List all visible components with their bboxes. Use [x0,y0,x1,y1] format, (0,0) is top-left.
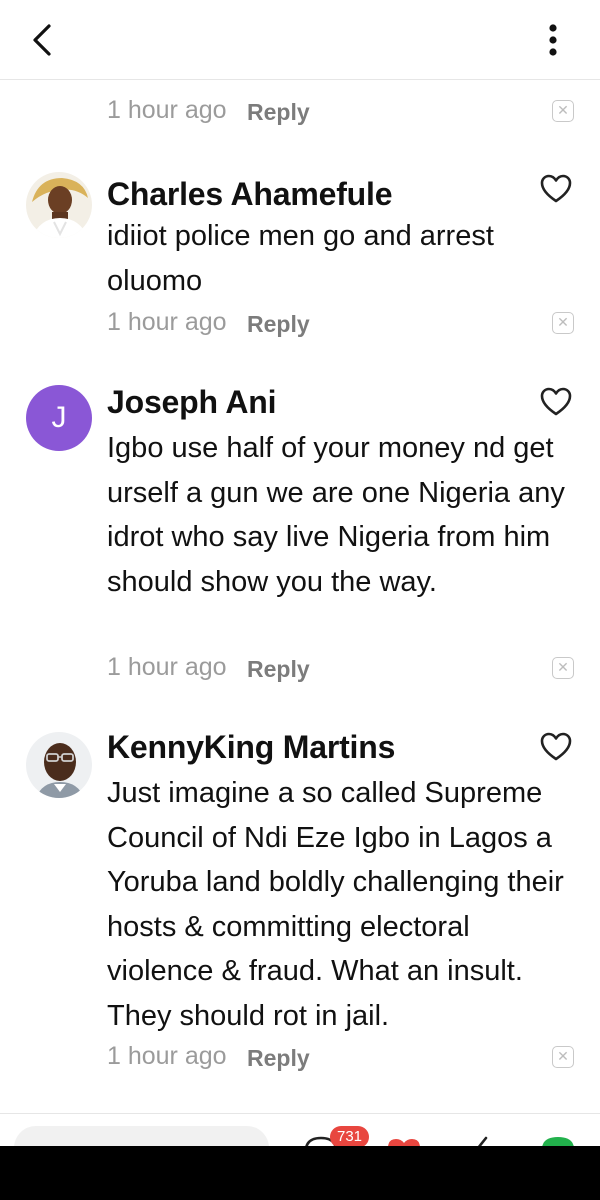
heart-icon [540,174,572,203]
report-icon[interactable]: ✕ [552,312,574,334]
user-photo-avatar [26,732,92,798]
like-button[interactable] [540,174,572,204]
comment-author[interactable]: KennyKing Martins [107,729,395,766]
divider [0,1113,600,1114]
comment-meta: 1 hour ago Reply ✕ [107,1042,577,1078]
chevron-left-icon [33,24,51,56]
comment-text: idiiot police men go and arrest oluomo [107,220,494,297]
avatar[interactable] [26,732,92,798]
avatar-letter: J [51,401,67,434]
reply-button[interactable]: Reply [247,1042,310,1074]
system-navigation-bar [0,1146,600,1200]
more-options-button[interactable] [536,18,570,62]
report-icon[interactable]: ✕ [552,657,574,679]
comment-time: 1 hour ago [107,308,227,336]
comment-author[interactable]: Joseph Ani [107,384,276,421]
heart-icon [540,387,572,416]
comment-time: 1 hour ago [107,653,227,681]
previous-comment-meta: 1 hour ago Reply ✕ [107,96,577,132]
reply-button[interactable]: Reply [247,96,310,128]
report-icon[interactable]: ✕ [552,1046,574,1068]
more-vertical-icon [549,24,557,56]
back-button[interactable] [22,20,62,60]
comment-author[interactable]: Charles Ahamefule [107,176,392,213]
avatar[interactable]: J [26,385,92,451]
comment-count-badge: 731 [330,1126,370,1148]
reply-button[interactable]: Reply [247,653,310,685]
comment-meta: 1 hour ago Reply ✕ [107,308,577,344]
comment-meta: 1 hour ago Reply ✕ [107,653,577,689]
comment-time: 1 hour ago [107,1042,227,1070]
report-icon[interactable]: ✕ [552,100,574,122]
like-button[interactable] [540,387,572,417]
user-photo-avatar [26,172,92,238]
comment-time: 1 hour ago [107,96,227,124]
comment-text: Igbo use half of your money nd get ursel… [107,432,565,598]
heart-icon [540,732,572,761]
like-button[interactable] [540,732,572,762]
top-bar [0,0,600,80]
avatar[interactable] [26,172,92,238]
reply-button[interactable]: Reply [247,308,310,340]
comment-text: Just imagine a so called Supreme Council… [107,777,564,1032]
